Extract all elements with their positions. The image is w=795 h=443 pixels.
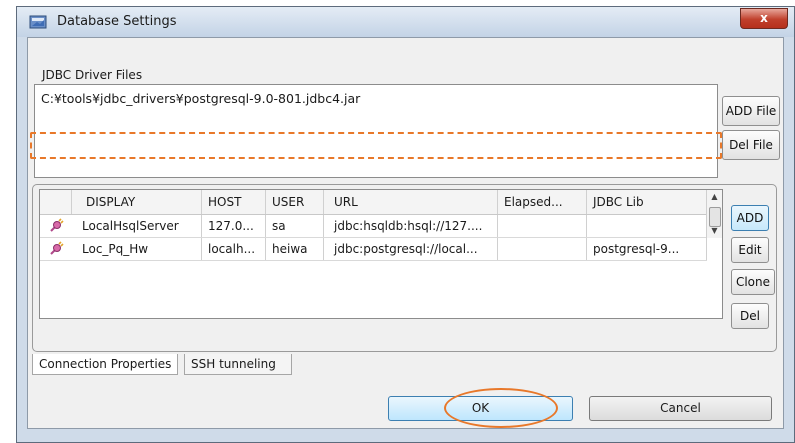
tab-connection-properties[interactable]: Connection Properties	[32, 354, 178, 375]
connections-table[interactable]: DISPLAY HOST USER URL Elapsed... JDBC Li…	[39, 189, 723, 319]
driver-file-item[interactable]: C:¥tools¥jdbc_drivers¥postgresql-9.0-801…	[41, 91, 360, 106]
database-settings-window: Database Settings x JDBC Driver Files C:…	[16, 6, 795, 443]
column-header-user[interactable]: USER	[266, 190, 324, 214]
column-header-url[interactable]: URL	[324, 190, 498, 214]
window-title: Database Settings	[57, 14, 177, 29]
annotation-dashed-highlight	[30, 132, 722, 159]
database-window-icon	[29, 15, 47, 29]
jdbc-driver-files-label: JDBC Driver Files	[42, 68, 143, 82]
table-row-selected[interactable]: Loc_Pq_Hw localh... heiwa jdbc:postgresq…	[40, 238, 707, 261]
cell-jdbc-lib: postgresql-9...	[587, 238, 707, 260]
cell-elapsed	[498, 215, 587, 237]
add-connection-button[interactable]: ADD	[731, 205, 769, 231]
table-scrollbar[interactable]: ▲ ▼	[706, 190, 722, 238]
table-header: DISPLAY HOST USER URL Elapsed... JDBC Li…	[40, 190, 707, 215]
column-header-display[interactable]: DISPLAY	[72, 190, 202, 214]
driver-files-list[interactable]: C:¥tools¥jdbc_drivers¥postgresql-9.0-801…	[34, 84, 718, 178]
tab-ssh-tunneling[interactable]: SSH tunneling	[184, 354, 292, 375]
cell-display: LocalHsqlServer	[72, 215, 202, 237]
add-file-button[interactable]: ADD File	[722, 96, 780, 126]
connection-plug-icon	[50, 241, 64, 255]
cell-url: jdbc:postgresql://local...	[324, 238, 498, 260]
del-file-button[interactable]: Del File	[722, 130, 780, 160]
cell-elapsed	[498, 238, 587, 260]
title-bar[interactable]: Database Settings x	[17, 7, 794, 37]
cell-host: localh...	[202, 238, 266, 260]
background-left-strip	[0, 6, 17, 443]
cell-url: jdbc:hsqldb:hsql://127....	[324, 215, 498, 237]
annotation-ok-ellipse	[444, 388, 558, 428]
scroll-up-icon[interactable]: ▲	[707, 190, 722, 204]
clone-connection-button[interactable]: Clone	[731, 269, 775, 295]
table-row[interactable]: LocalHsqlServer 127.0... sa jdbc:hsqldb:…	[40, 215, 707, 238]
edit-connection-button[interactable]: Edit	[731, 237, 769, 263]
close-button[interactable]: x	[740, 8, 788, 29]
scroll-down-icon[interactable]: ▼	[707, 224, 722, 238]
cancel-button[interactable]: Cancel	[589, 396, 772, 421]
cell-user: heiwa	[266, 238, 324, 260]
column-header-icon	[40, 190, 72, 214]
column-header-elapsed[interactable]: Elapsed...	[498, 190, 587, 214]
dialog-body: JDBC Driver Files C:¥tools¥jdbc_drivers¥…	[27, 37, 784, 429]
connections-panel: DISPLAY HOST USER URL Elapsed... JDBC Li…	[32, 184, 777, 352]
column-header-jdbc-lib[interactable]: JDBC Lib	[587, 190, 707, 214]
cell-host: 127.0...	[202, 215, 266, 237]
delete-connection-button[interactable]: Del	[731, 303, 769, 329]
connection-plug-icon	[50, 218, 64, 232]
cell-user: sa	[266, 215, 324, 237]
cell-display: Loc_Pq_Hw	[72, 238, 202, 260]
column-header-host[interactable]: HOST	[202, 190, 266, 214]
cell-jdbc-lib	[587, 215, 707, 237]
